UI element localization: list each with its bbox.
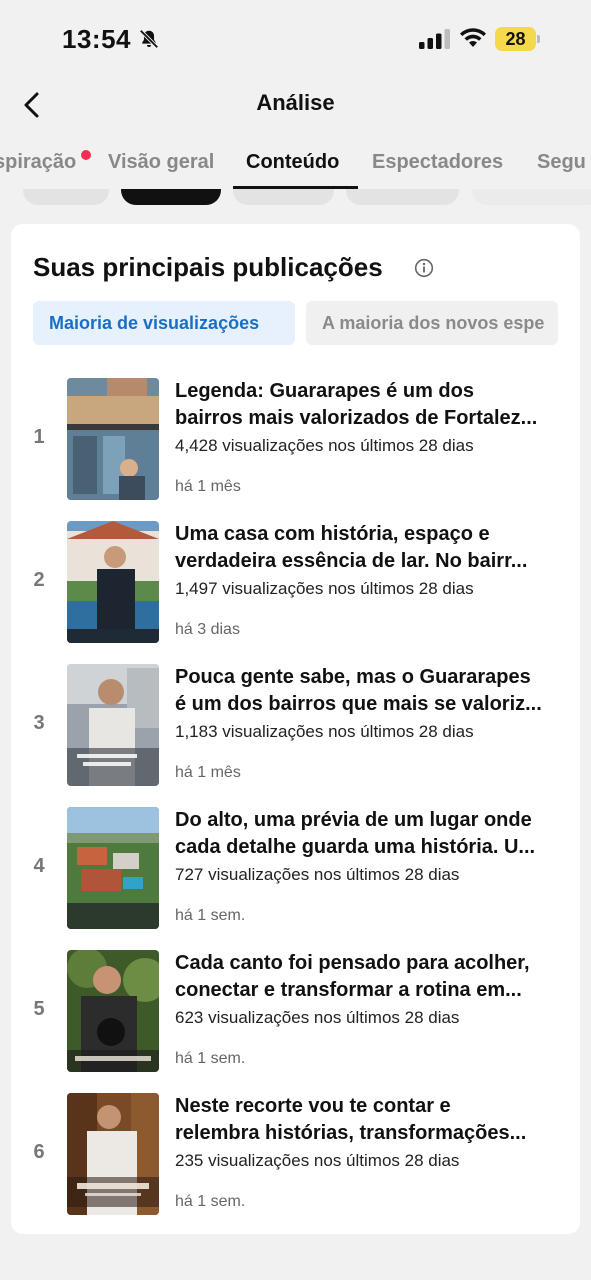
post-caption-line: cada detalhe guarda uma história. U... (175, 836, 536, 858)
post-row[interactable]: 2 Uma casa com história, espaço e verdad… (11, 521, 580, 643)
section-title: Suas principais publicações (33, 252, 383, 282)
post-thumbnail (67, 378, 159, 500)
post-thumbnail (67, 807, 159, 929)
post-views: 623 visualizações nos últimos 28 dias (175, 1008, 460, 1027)
page-title: Análise (256, 90, 335, 115)
post-caption: Uma casa com história, espaço e verdadei… (175, 521, 560, 575)
post-date: há 1 mês (175, 478, 241, 495)
post-date: há 1 sem. (175, 1050, 246, 1067)
post-date: há 1 sem. (175, 1193, 246, 1210)
post-row[interactable]: 3 Pouca gente sabe, mas o Guararapes é u… (11, 664, 580, 786)
chip-28-days[interactable] (121, 189, 221, 205)
post-caption-line: Legenda: Guararapes é um dos (175, 380, 474, 402)
post-views: 727 visualizações nos últimos 28 dias (175, 865, 460, 884)
segment-most-new-viewers[interactable]: A maioria dos novos espe (306, 301, 558, 345)
post-views: 1,183 visualizações nos últimos 28 dias (175, 722, 474, 741)
bell-slash-icon (139, 29, 159, 49)
chip-365-days[interactable] (346, 189, 459, 205)
post-caption-line: Neste recorte vou te contar e (175, 1095, 451, 1117)
post-views: 4,428 visualizações nos últimos 28 dias (175, 436, 474, 455)
post-row[interactable]: 4 Do alto, uma prévia de um lugar onde c… (11, 807, 580, 929)
post-caption-line: Cada canto foi pensado para acolher, (175, 952, 530, 974)
post-caption: Do alto, uma prévia de um lugar onde cad… (175, 807, 560, 861)
post-rank: 2 (33, 569, 45, 591)
post-caption: Cada canto foi pensado para acolher, con… (175, 950, 560, 1004)
post-thumbnail (67, 950, 159, 1072)
post-date: há 1 sem. (175, 907, 246, 924)
post-rank: 4 (33, 855, 45, 877)
post-rank: 3 (33, 712, 45, 734)
post-rank: 1 (33, 426, 45, 448)
post-caption-line: conectar e transformar a rotina em... (175, 979, 522, 1001)
post-row[interactable]: 5 Cada canto foi pensado para acolher, c… (11, 950, 580, 1072)
tab-seguidores[interactable]: Segu (537, 151, 586, 174)
post-caption-line: relembra histórias, transformações... (175, 1122, 527, 1144)
post-caption: Neste recorte vou te contar e relembra h… (175, 1093, 560, 1147)
post-thumbnail (67, 521, 159, 643)
notification-dot (81, 150, 91, 160)
battery-icon: 28 (495, 27, 541, 51)
post-thumbnail (67, 1093, 159, 1215)
tab-bar: spiração Visão geral Conteúdo Espectador… (0, 145, 591, 189)
post-date: há 1 mês (175, 764, 241, 781)
post-caption: Pouca gente sabe, mas o Guararapes é um … (175, 664, 560, 718)
date-range-chips (0, 189, 591, 209)
post-row[interactable]: 6 Neste recorte vou te contar e relembra… (11, 1093, 580, 1215)
signal-icon (419, 29, 450, 49)
post-rank: 5 (33, 998, 45, 1020)
status-bar: 13:54 28 (0, 0, 591, 80)
post-rank: 6 (33, 1141, 45, 1163)
tab-inspiracao[interactable]: spiração (0, 151, 76, 174)
post-caption: Legenda: Guararapes é um dos bairros mai… (175, 378, 560, 432)
chip-7-days[interactable] (23, 189, 109, 205)
tab-espectadores[interactable]: Espectadores (372, 151, 503, 174)
wifi-icon (460, 28, 486, 47)
post-caption-line: verdadeira essência de lar. No bairr... (175, 550, 528, 572)
top-posts-card: Suas principais publicações Maioria de v… (11, 224, 580, 1234)
post-caption-line: Pouca gente sabe, mas o Guararapes (175, 666, 531, 688)
status-time: 13:54 (62, 24, 131, 54)
chip-custom[interactable] (472, 189, 591, 205)
post-views: 1,497 visualizações nos últimos 28 dias (175, 579, 474, 598)
chip-60-days[interactable] (233, 189, 334, 205)
tab-visao-geral[interactable]: Visão geral (108, 151, 214, 174)
post-caption-line: é um dos bairros que mais se valoriz... (175, 693, 542, 715)
post-thumbnail (67, 664, 159, 786)
post-caption-line: bairros mais valorizados de Fortalez... (175, 407, 538, 429)
info-circle-icon[interactable] (414, 258, 434, 278)
post-date: há 3 dias (175, 621, 240, 638)
post-views: 235 visualizações nos últimos 28 dias (175, 1151, 460, 1170)
post-row[interactable]: 1 Legenda: Guararapes é um dos bairros m… (11, 378, 580, 500)
post-caption-line: Uma casa com história, espaço e (175, 523, 490, 545)
battery-level: 28 (505, 29, 526, 49)
segment-most-views[interactable]: Maioria de visualizações (33, 301, 295, 345)
post-caption-line: Do alto, uma prévia de um lugar onde (175, 809, 532, 831)
tab-conteudo[interactable]: Conteúdo (246, 151, 339, 174)
